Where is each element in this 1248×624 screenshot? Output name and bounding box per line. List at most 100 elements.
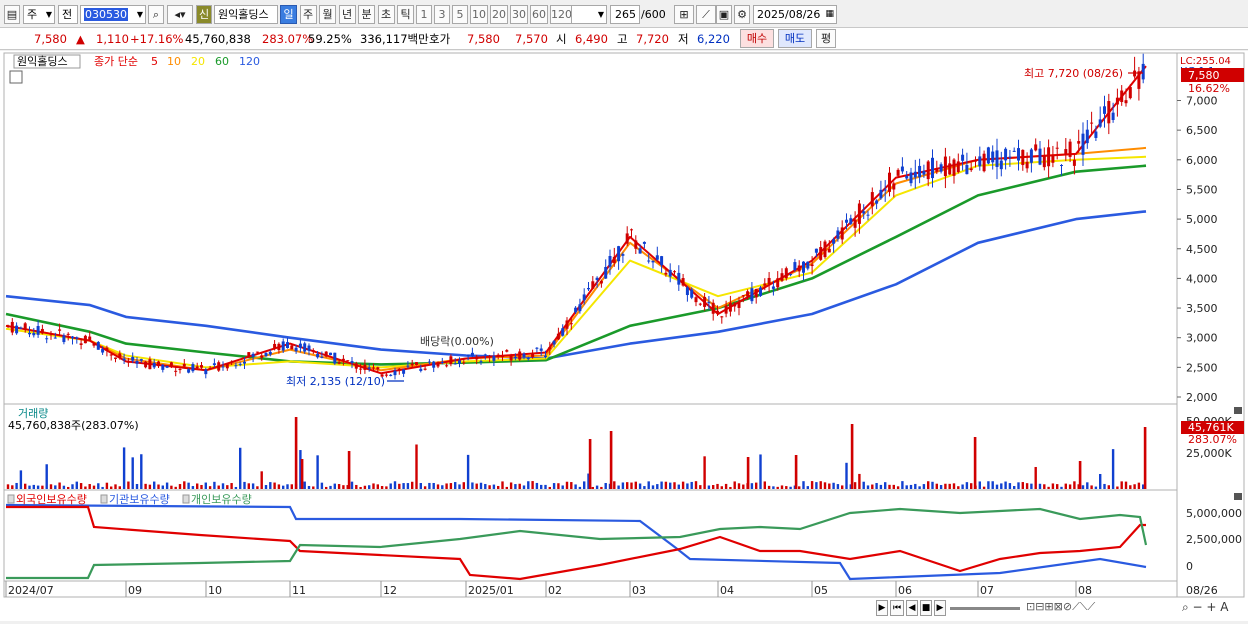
market-type-select[interactable]: 주 ▼	[23, 5, 55, 24]
candle-body	[118, 353, 122, 358]
volume-bar	[389, 483, 392, 489]
candle-body	[767, 277, 771, 285]
interval-select[interactable]: ▼	[571, 5, 607, 24]
stock-name-field[interactable]: 원익홀딩스	[214, 5, 278, 24]
prev-button[interactable]: 전	[58, 5, 78, 24]
chart-area[interactable]: 7,000 6,500 6,000 5,500 5,000 4,500 4,000 3,500…	[0, 51, 1248, 621]
period-tab[interactable]: 분	[358, 5, 375, 24]
interval-button[interactable]: 3	[434, 5, 450, 24]
date-value: 2025/08/26	[757, 8, 821, 21]
candle-body	[832, 239, 836, 244]
candle-body	[475, 356, 479, 360]
candle-body	[763, 283, 767, 286]
candle-body	[440, 362, 444, 364]
candle-body	[1103, 106, 1106, 114]
chart-type-icon[interactable]: ⊞	[674, 5, 694, 24]
volume-bar	[729, 486, 732, 489]
volume-bar	[290, 484, 293, 489]
change-percent: +17.16%	[130, 32, 184, 46]
volume-bar	[217, 485, 220, 489]
volume-value-label: 45,760,838주(283.07%)	[8, 419, 139, 432]
stop-icon[interactable]: ■	[920, 600, 932, 616]
gear-icon[interactable]: ⚙	[734, 5, 750, 24]
candle-body	[655, 255, 659, 260]
period-tab[interactable]: 틱	[397, 5, 414, 24]
candle-body	[15, 325, 19, 334]
open-label: 시	[556, 32, 567, 46]
candle-body	[771, 286, 775, 289]
interval-button[interactable]: 20	[490, 5, 508, 24]
volume-bar	[221, 483, 225, 489]
candle-body	[88, 336, 92, 341]
volume-bar	[626, 482, 629, 489]
interval-button[interactable]: 60	[530, 5, 548, 24]
candle-body	[1055, 147, 1059, 149]
volume-bar	[342, 485, 345, 489]
candle-body	[509, 355, 513, 361]
volume-spike	[746, 457, 750, 489]
volume-bar	[471, 482, 474, 489]
period-tab[interactable]: 주	[299, 5, 317, 24]
date-input[interactable]: 2025/08/26 ▦	[753, 5, 837, 24]
volume-bar	[436, 484, 440, 489]
window-icon[interactable]: ▤	[4, 5, 20, 24]
period-tab[interactable]: 일	[280, 5, 297, 24]
period-tab[interactable]: 년	[338, 5, 356, 24]
volume-bar	[514, 484, 517, 489]
interval-button[interactable]: 1	[416, 5, 432, 24]
legend-stock-name: 원익홀딩스	[17, 55, 68, 68]
candle-body	[462, 362, 466, 364]
speaker-icon[interactable]: ◂▾	[167, 5, 193, 24]
candle-body	[324, 351, 328, 357]
volume-bar	[1129, 485, 1132, 489]
save-icon[interactable]: ▣	[716, 5, 732, 24]
stock-code-input[interactable]: 030530 ▼	[80, 5, 146, 24]
candle-body	[415, 362, 418, 365]
volume-bar	[875, 483, 878, 489]
amount-value: 336,117백만	[360, 32, 429, 46]
stock-chart-svg[interactable]: 7,000 6,500 6,000 5,500 5,000 4,500 4,000 3,500…	[0, 51, 1248, 621]
search-icon[interactable]: ⌕	[148, 5, 164, 24]
candle-body	[888, 172, 891, 192]
play-icon[interactable]: ▶	[876, 600, 888, 616]
count-input[interactable]: 265	[610, 5, 640, 24]
interval-button[interactable]: 5	[452, 5, 468, 24]
volume-bar	[385, 486, 388, 489]
candle-body	[182, 363, 186, 367]
candle-body	[1128, 87, 1132, 99]
interval-button[interactable]: 120	[550, 5, 572, 24]
candle-body	[853, 219, 857, 228]
prev-icon[interactable]: ◀	[906, 600, 918, 616]
next-icon[interactable]: ▶	[934, 600, 946, 616]
volume-bar	[656, 484, 659, 489]
candle-body	[595, 277, 599, 280]
volume-bar	[49, 484, 53, 489]
volume-bar	[286, 484, 289, 489]
y-tick-label: 6,000	[1186, 154, 1218, 167]
candle-body	[587, 287, 590, 290]
candle-body	[750, 288, 754, 302]
buy-button[interactable]: 매수	[740, 29, 774, 48]
volume-bar	[621, 482, 625, 489]
volume-bar	[574, 484, 577, 489]
interval-button[interactable]: 30	[510, 5, 528, 24]
volume-bar	[866, 485, 870, 489]
candle-body	[965, 165, 969, 175]
candle-body	[96, 341, 100, 350]
drawing-tools-icon[interactable]: ⊡⊟⊞⊠⊘⟋⟍⟋	[1026, 600, 1095, 614]
eval-button[interactable]: 평	[816, 29, 836, 48]
zoom-icon[interactable]: ⌕ − + A	[1182, 600, 1228, 615]
sell-button[interactable]: 매도	[778, 29, 812, 48]
period-tab[interactable]: 월	[319, 5, 336, 24]
draw-tool-icon[interactable]: ⟋	[696, 5, 716, 24]
scroll-slider[interactable]	[950, 607, 1020, 610]
interval-button[interactable]: 10	[470, 5, 488, 24]
rewind-icon[interactable]: ⏮	[890, 600, 904, 616]
volume-bar	[441, 485, 444, 489]
period-tab[interactable]: 초	[377, 5, 395, 24]
candle-body	[625, 233, 629, 244]
volume-bar	[1120, 481, 1123, 489]
y-tick-label: 2,000	[1186, 391, 1218, 404]
volume-bar	[922, 484, 926, 489]
volume-bar	[737, 483, 741, 489]
